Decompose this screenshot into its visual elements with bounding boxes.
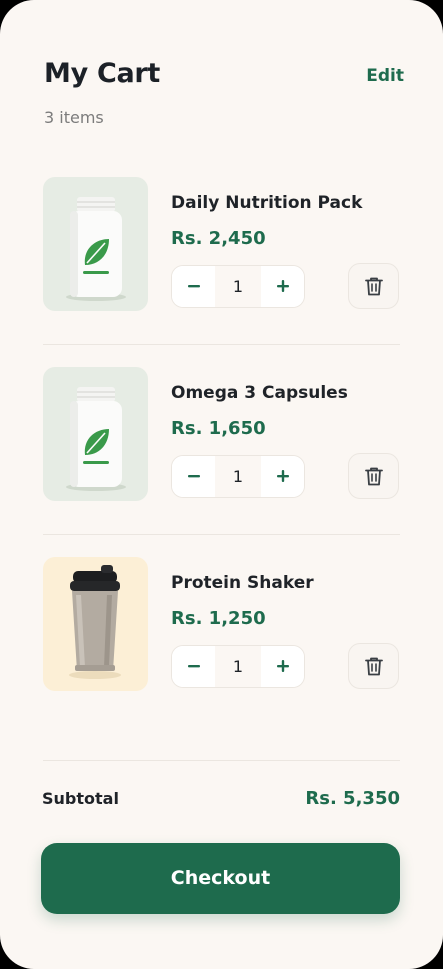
product-name: Daily Nutrition Pack xyxy=(171,193,363,213)
subtotal-label: Subtotal xyxy=(42,789,119,808)
decrease-quantity-button[interactable] xyxy=(172,456,215,497)
delete-item-button[interactable] xyxy=(348,263,399,309)
increase-quantity-button[interactable] xyxy=(261,266,304,307)
cart-item: Omega 3 Capsules Rs. 1,650 1 xyxy=(43,367,400,501)
delete-item-button[interactable] xyxy=(348,643,399,689)
shaker-bottle-icon xyxy=(69,565,121,679)
quantity-stepper: 1 xyxy=(171,455,305,498)
divider xyxy=(43,534,400,535)
cart-screen: My Cart Edit 3 items Daily Nutrition Pac… xyxy=(0,0,443,969)
quantity-stepper: 1 xyxy=(171,265,305,308)
product-price: Rs. 2,450 xyxy=(171,228,266,249)
quantity-value: 1 xyxy=(215,456,261,497)
supplement-bottle-leaf-icon xyxy=(66,197,126,301)
decrease-quantity-button[interactable] xyxy=(172,646,215,687)
item-count: 3 items xyxy=(44,108,104,127)
plus-icon xyxy=(276,660,289,672)
divider xyxy=(43,760,400,761)
increase-quantity-button[interactable] xyxy=(261,646,304,687)
product-image xyxy=(43,367,148,501)
quantity-value: 1 xyxy=(215,266,261,307)
edit-button[interactable]: Edit xyxy=(366,66,404,86)
page-title: My Cart xyxy=(44,58,161,89)
quantity-stepper: 1 xyxy=(171,645,305,688)
trash-icon xyxy=(364,277,383,296)
product-price: Rs. 1,650 xyxy=(171,418,266,439)
supplement-bottle-leaf-icon xyxy=(66,387,126,491)
decrease-quantity-button[interactable] xyxy=(172,266,215,307)
subtotal-value: Rs. 5,350 xyxy=(305,788,400,809)
product-image xyxy=(43,557,148,691)
quantity-value: 1 xyxy=(215,646,261,687)
increase-quantity-button[interactable] xyxy=(261,456,304,497)
cart-item: Daily Nutrition Pack Rs. 2,450 1 xyxy=(43,177,400,311)
delete-item-button[interactable] xyxy=(348,453,399,499)
minus-icon xyxy=(187,285,200,288)
product-name: Omega 3 Capsules xyxy=(171,383,348,403)
trash-icon xyxy=(364,657,383,676)
minus-icon xyxy=(187,665,200,668)
plus-icon xyxy=(276,470,289,482)
product-name: Protein Shaker xyxy=(171,573,314,593)
product-price: Rs. 1,250 xyxy=(171,608,266,629)
checkout-button[interactable]: Checkout xyxy=(41,843,400,914)
product-image xyxy=(43,177,148,311)
divider xyxy=(43,344,400,345)
cart-item: Protein Shaker Rs. 1,250 1 xyxy=(43,557,400,691)
minus-icon xyxy=(187,475,200,478)
plus-icon xyxy=(276,280,289,292)
trash-icon xyxy=(364,467,383,486)
